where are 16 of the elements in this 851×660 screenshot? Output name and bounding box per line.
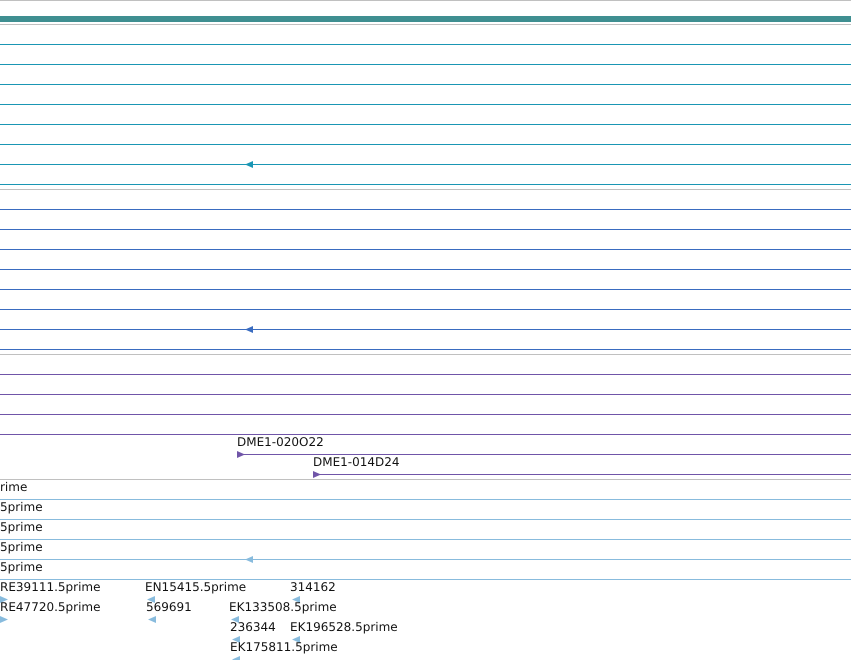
feature-label: 314162 [290, 580, 336, 594]
feature-label: EN15415.5prime [145, 580, 246, 594]
feature-label: EK196528.5prime [290, 620, 398, 634]
feature-label: RE47720.5prime [0, 600, 100, 614]
feature-label: RE39111.5prime [0, 580, 100, 594]
feature-label: EK175811.5prime [230, 640, 338, 654]
feature-label: DME1-020O22 [237, 435, 324, 449]
feature-label: 5prime [0, 540, 43, 554]
feature-label: EK133508.5prime [229, 600, 337, 614]
feature-label: rime [0, 480, 28, 494]
feature-label: 5prime [0, 560, 43, 574]
feature-label: 5prime [0, 520, 43, 534]
feature-label: 5prime [0, 500, 43, 514]
feature-label: DME1-014D24 [313, 455, 400, 469]
feature-label: 236344 [230, 620, 276, 634]
feature-label: 569691 [146, 600, 192, 614]
